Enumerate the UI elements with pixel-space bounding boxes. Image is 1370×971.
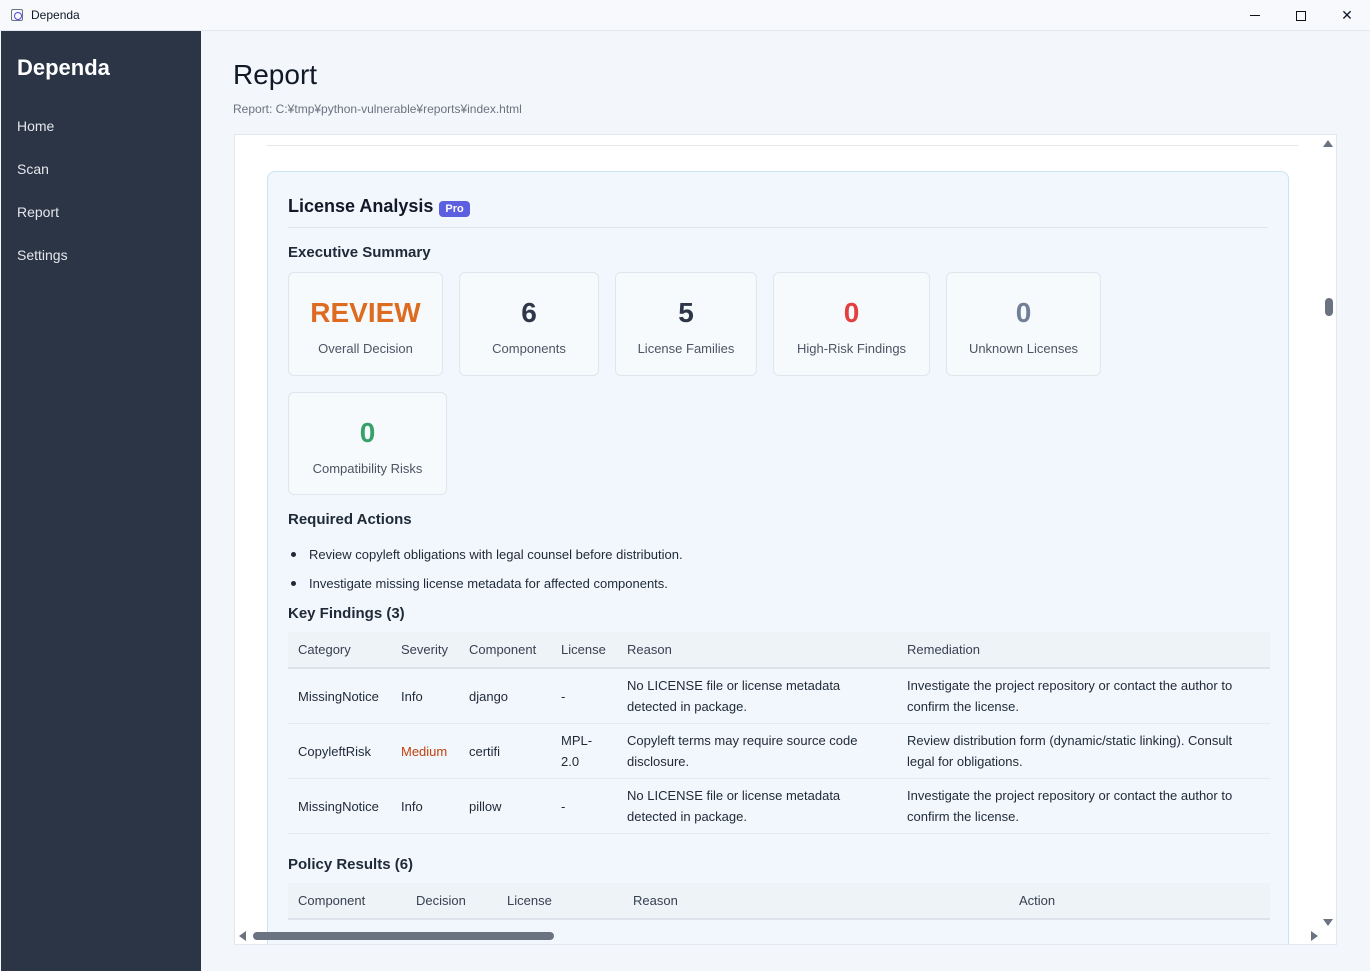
scroll-left-icon[interactable]	[239, 931, 246, 941]
key-findings-table: Category Severity Component License Reas…	[288, 632, 1270, 834]
close-icon: ✕	[1341, 7, 1353, 23]
maximize-icon	[1296, 10, 1306, 21]
scroll-up-icon[interactable]	[1323, 140, 1333, 147]
cell-remediation: Investigate the project repository or co…	[897, 778, 1270, 834]
cell-component: pillow	[459, 778, 551, 834]
cell-category: MissingNotice	[288, 668, 391, 724]
cell-severity: Info	[391, 668, 459, 724]
cell-license: MPL-2.0	[551, 723, 617, 779]
title-bar: Dependa ✕	[0, 0, 1370, 31]
card-value: 6	[521, 297, 537, 328]
card-value: 0	[843, 297, 860, 328]
sidebar-item-report[interactable]: Report	[17, 203, 68, 246]
column-header: Component	[288, 883, 406, 920]
column-header: License	[497, 883, 623, 920]
cell-component: certifi	[459, 723, 551, 779]
key-findings-title: Key Findings (3)	[288, 605, 405, 622]
cell-remediation: Investigate the project repository or co…	[897, 668, 1270, 724]
card-label: License Families	[637, 341, 735, 356]
card-high-risk-findings: 0 High-Risk Findings	[773, 272, 930, 376]
sidebar-brand: Dependa	[17, 55, 110, 80]
cell-license: -	[551, 668, 617, 724]
card-unknown-licenses: 0 Unknown Licenses	[946, 272, 1101, 376]
sidebar-item-scan[interactable]: Scan	[17, 160, 68, 203]
column-header: Reason	[617, 632, 897, 669]
table-header-row: Category Severity Component License Reas…	[288, 632, 1270, 669]
close-button[interactable]: ✕	[1324, 0, 1370, 31]
card-label: Compatibility Risks	[312, 461, 423, 476]
window-controls: ✕	[1232, 0, 1370, 31]
license-analysis-header: License Analysis Pro	[288, 196, 1268, 228]
cell-category: CopyleftRisk	[288, 723, 391, 779]
page-title: Report	[233, 59, 318, 90]
column-header: Category	[288, 632, 391, 669]
card-label: Components	[492, 341, 566, 356]
card-components: 6 Components	[459, 272, 599, 376]
scroll-right-icon[interactable]	[1311, 931, 1318, 941]
minimize-icon	[1250, 15, 1260, 16]
license-analysis-panel: License Analysis Pro Executive Summary R…	[267, 171, 1289, 944]
card-label: Overall Decision	[318, 341, 413, 356]
cell-reason: Copyleft terms may require source code d…	[617, 723, 897, 779]
table-row: CopyleftRisk Medium certifi MPL-2.0 Copy…	[288, 723, 1270, 779]
column-header: Remediation	[897, 632, 1270, 669]
policy-results-table: Component Decision License Reason Action	[288, 883, 1270, 920]
sidebar-nav: Home Scan Report Settings	[17, 117, 68, 289]
card-compatibility-risks: 0 Compatibility Risks	[288, 392, 447, 495]
cell-category: MissingNotice	[288, 778, 391, 834]
table-row: MissingNotice Info django - No LICENSE f…	[288, 668, 1270, 724]
license-analysis-title: License Analysis	[288, 196, 434, 216]
report-viewer[interactable]: License Analysis Pro Executive Summary R…	[234, 134, 1337, 945]
card-value: 0	[359, 417, 376, 448]
horizontal-scrollbar[interactable]	[235, 928, 1321, 944]
minimize-button[interactable]	[1232, 0, 1278, 31]
vertical-scrollbar[interactable]	[1319, 135, 1336, 930]
card-value: REVIEW	[310, 297, 421, 328]
column-header: Severity	[391, 632, 459, 669]
cell-remediation: Review distribution form (dynamic/static…	[897, 723, 1270, 779]
column-header: Component	[459, 632, 551, 669]
column-header: Reason	[623, 883, 1009, 920]
card-overall-decision: REVIEW Overall Decision	[288, 272, 443, 376]
card-value: 0	[1015, 297, 1032, 328]
table-row: MissingNotice Info pillow - No LICENSE f…	[288, 778, 1270, 834]
required-actions-list: Review copyleft obligations with legal c…	[288, 540, 683, 598]
sidebar: Dependa Home Scan Report Settings	[1, 31, 201, 971]
list-item: Review copyleft obligations with legal c…	[288, 540, 683, 569]
sidebar-item-settings[interactable]: Settings	[17, 246, 68, 289]
section-divider	[266, 145, 1298, 146]
cell-severity: Medium	[391, 723, 459, 779]
cell-severity: Info	[391, 778, 459, 834]
table-header-row: Component Decision License Reason Action	[288, 883, 1270, 920]
window-title: Dependa	[31, 8, 80, 22]
card-label: High-Risk Findings	[796, 341, 907, 356]
policy-results-title: Policy Results (6)	[288, 856, 414, 873]
card-license-families: 5 License Families	[615, 272, 757, 376]
cell-reason: No LICENSE file or license metadata dete…	[617, 778, 897, 834]
app-icon	[11, 9, 23, 21]
cell-component: django	[459, 668, 551, 724]
column-header: License	[551, 632, 617, 669]
required-actions-title: Required Actions	[288, 511, 412, 528]
list-item: Investigate missing license metadata for…	[288, 569, 683, 598]
sidebar-item-home[interactable]: Home	[17, 117, 68, 160]
main-area: Report Report: C:¥tmp¥python-vulnerable¥…	[201, 31, 1370, 971]
scroll-down-icon[interactable]	[1323, 919, 1333, 926]
column-header: Action	[1009, 883, 1270, 920]
card-value: 5	[678, 297, 694, 328]
report-path: Report: C:¥tmp¥python-vulnerable¥reports…	[233, 102, 522, 116]
card-label: Unknown Licenses	[968, 341, 1079, 356]
cell-reason: No LICENSE file or license metadata dete…	[617, 668, 897, 724]
vertical-scroll-thumb[interactable]	[1325, 298, 1333, 316]
maximize-button[interactable]	[1278, 0, 1324, 31]
column-header: Decision	[406, 883, 497, 920]
horizontal-scroll-thumb[interactable]	[253, 932, 554, 940]
executive-summary-title: Executive Summary	[288, 244, 431, 261]
cell-license: -	[551, 778, 617, 834]
pro-badge: Pro	[439, 201, 470, 217]
